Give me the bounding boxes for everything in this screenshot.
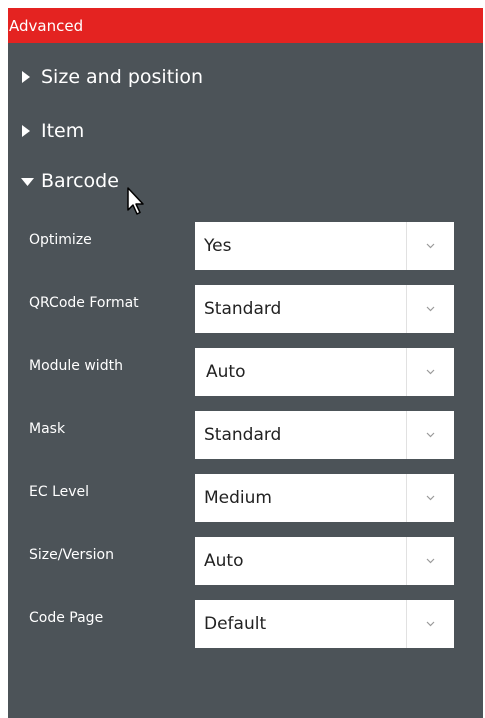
chevron-down-icon[interactable] <box>407 600 454 648</box>
advanced-panel: Advanced Size and position Item Barcode … <box>8 8 483 718</box>
chevron-down-icon[interactable] <box>407 222 454 270</box>
select-value: Standard <box>204 425 282 445</box>
section-label: Size and position <box>41 66 204 88</box>
select-value: Default <box>204 614 267 634</box>
field-label: Size/Version <box>29 547 114 563</box>
section-label: Item <box>41 120 85 142</box>
chevron-down-icon[interactable] <box>407 537 454 585</box>
field-row-module-width: Module width Auto <box>8 348 483 396</box>
field-label: Mask <box>29 421 66 437</box>
code-page-select[interactable]: Default <box>195 600 454 648</box>
field-row-qrcode-format: QRCode Format Standard <box>8 285 483 333</box>
field-row-size-version: Size/Version Auto <box>8 537 483 585</box>
select-value: Auto <box>206 362 246 382</box>
chevron-down-icon[interactable] <box>407 474 454 522</box>
select-value: Standard <box>204 299 282 319</box>
chevron-down-icon[interactable] <box>407 348 454 396</box>
field-row-mask: Mask Standard <box>8 411 483 459</box>
ec-level-select[interactable]: Medium <box>195 474 454 522</box>
caret-right-icon <box>21 113 35 149</box>
field-row-ec-level: EC Level Medium <box>8 474 483 522</box>
size-version-select[interactable]: Auto <box>195 537 454 585</box>
field-row-code-page: Code Page Default <box>8 600 483 648</box>
field-row-optimize: Optimize Yes <box>8 222 483 270</box>
field-label: EC Level <box>29 484 90 500</box>
panel-header: Advanced <box>8 8 483 43</box>
chevron-down-icon[interactable] <box>407 285 454 333</box>
field-label: QRCode Format <box>29 295 139 311</box>
field-label: Optimize <box>29 232 92 248</box>
section-size-and-position[interactable]: Size and position <box>8 59 483 95</box>
section-barcode[interactable]: Barcode <box>8 163 483 199</box>
select-value: Auto <box>204 551 244 571</box>
caret-right-icon <box>21 59 35 95</box>
select-value: Yes <box>204 236 232 256</box>
caret-down-icon <box>21 163 35 199</box>
panel-title: Advanced <box>9 17 84 35</box>
chevron-down-icon[interactable] <box>407 411 454 459</box>
field-label: Module width <box>29 358 123 374</box>
qrcode-format-select[interactable]: Standard <box>195 285 454 333</box>
mask-select[interactable]: Standard <box>195 411 454 459</box>
module-width-select[interactable]: Auto <box>195 348 454 396</box>
section-item[interactable]: Item <box>8 113 483 149</box>
optimize-select[interactable]: Yes <box>195 222 454 270</box>
field-label: Code Page <box>29 610 104 626</box>
section-label: Barcode <box>41 170 119 192</box>
mouse-pointer-icon <box>126 186 146 216</box>
select-value: Medium <box>204 488 272 508</box>
